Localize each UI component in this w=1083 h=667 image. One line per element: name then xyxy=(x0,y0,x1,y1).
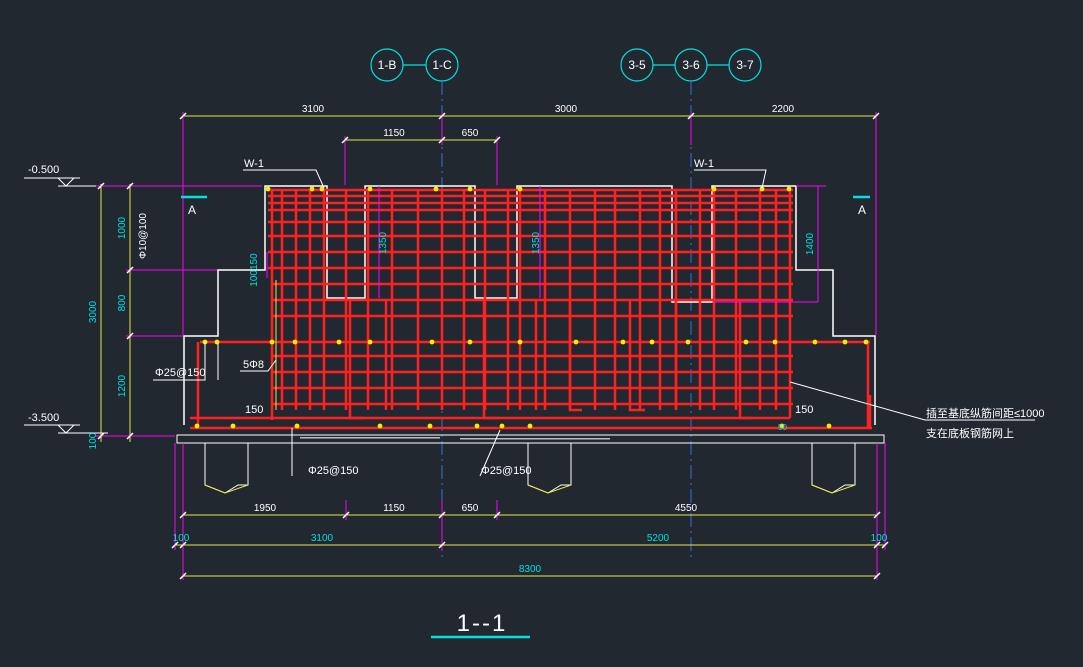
dim-1350-a: 1350 xyxy=(378,231,389,254)
dim-100150: 100150 xyxy=(249,253,260,287)
rebar-cage xyxy=(190,188,872,430)
dim-left-1000: 1000 xyxy=(117,216,128,239)
axis-label: 1-C xyxy=(432,58,452,72)
dim-top-650: 650 xyxy=(462,128,479,139)
dim-left-3000: 3000 xyxy=(88,300,99,323)
dim-left-100: 100 xyxy=(88,432,99,449)
dim-bottom-100-right: 100 xyxy=(871,533,888,544)
dim-left-1200: 1200 xyxy=(117,374,128,397)
elevation-top: -0.500 xyxy=(28,164,59,176)
note-line-2: 支在底板钢筋网上 xyxy=(926,426,1014,440)
axis-label: 1-B xyxy=(378,58,397,72)
elevation-bottom: -3.500 xyxy=(28,412,59,424)
blinding-hatch xyxy=(300,437,610,440)
dim-top-1150: 1150 xyxy=(383,128,405,139)
section-mark-left: A xyxy=(188,203,196,217)
section-mark-right: A xyxy=(858,203,866,217)
dim-left-800: 800 xyxy=(117,294,128,311)
dimension-top xyxy=(183,115,876,141)
dim-total-8300: 8300 xyxy=(519,564,542,575)
pile-tips xyxy=(204,484,856,494)
label-side-bars: Φ25@150 xyxy=(155,367,206,379)
dim-1400: 1400 xyxy=(805,232,816,255)
dim-bottom-1150: 1150 xyxy=(383,503,405,514)
dimension-bottom-ext xyxy=(174,443,886,580)
dim-bottom-4550: 4550 xyxy=(675,503,698,514)
dim-top-3000: 3000 xyxy=(555,104,578,115)
drawing-title: 1--1 xyxy=(457,610,508,637)
dim-bottom-100-left: 100 xyxy=(173,533,190,544)
axis-label: 3-6 xyxy=(682,58,700,72)
label-bottom-bars-2: Φ25@150 xyxy=(481,465,532,477)
wall-label-left: W-1 xyxy=(244,158,264,170)
label-right-150: 150 xyxy=(795,404,813,416)
dim-bottom-5200: 5200 xyxy=(647,533,670,544)
label-stirrup: Φ10@100 xyxy=(138,213,149,259)
dim-1350-b: 1350 xyxy=(531,231,542,254)
dim-bottom-650: 650 xyxy=(462,503,479,514)
wall-label-right: W-1 xyxy=(694,158,714,170)
section-drawing: 1-B 1-C 3-5 3-6 3-7 3100 3000 2200 1150 … xyxy=(24,48,1045,639)
axis-label: 3-5 xyxy=(628,58,646,72)
dim-top-3100: 3100 xyxy=(302,104,325,115)
label-bars-count: 5Φ8 xyxy=(243,359,264,371)
axis-labels: 1-B 1-C 3-5 3-6 3-7 xyxy=(378,58,754,72)
dim-top-2200: 2200 xyxy=(772,104,795,115)
dim-bottom-3100: 3100 xyxy=(311,533,334,544)
dim-bottom-1950: 1950 xyxy=(254,503,277,514)
axis-label: 3-7 xyxy=(736,58,754,72)
label-bottom-bars-1: Φ25@150 xyxy=(308,465,359,477)
label-small-dim: 50 xyxy=(778,423,787,432)
note-line-1: 插至基底纵筋间距≤1000 xyxy=(926,406,1045,420)
label-left-150: 150 xyxy=(245,404,263,416)
axis-lines xyxy=(441,81,692,560)
dimension-ticks-top xyxy=(179,112,880,144)
axis-bubbles xyxy=(370,48,762,82)
